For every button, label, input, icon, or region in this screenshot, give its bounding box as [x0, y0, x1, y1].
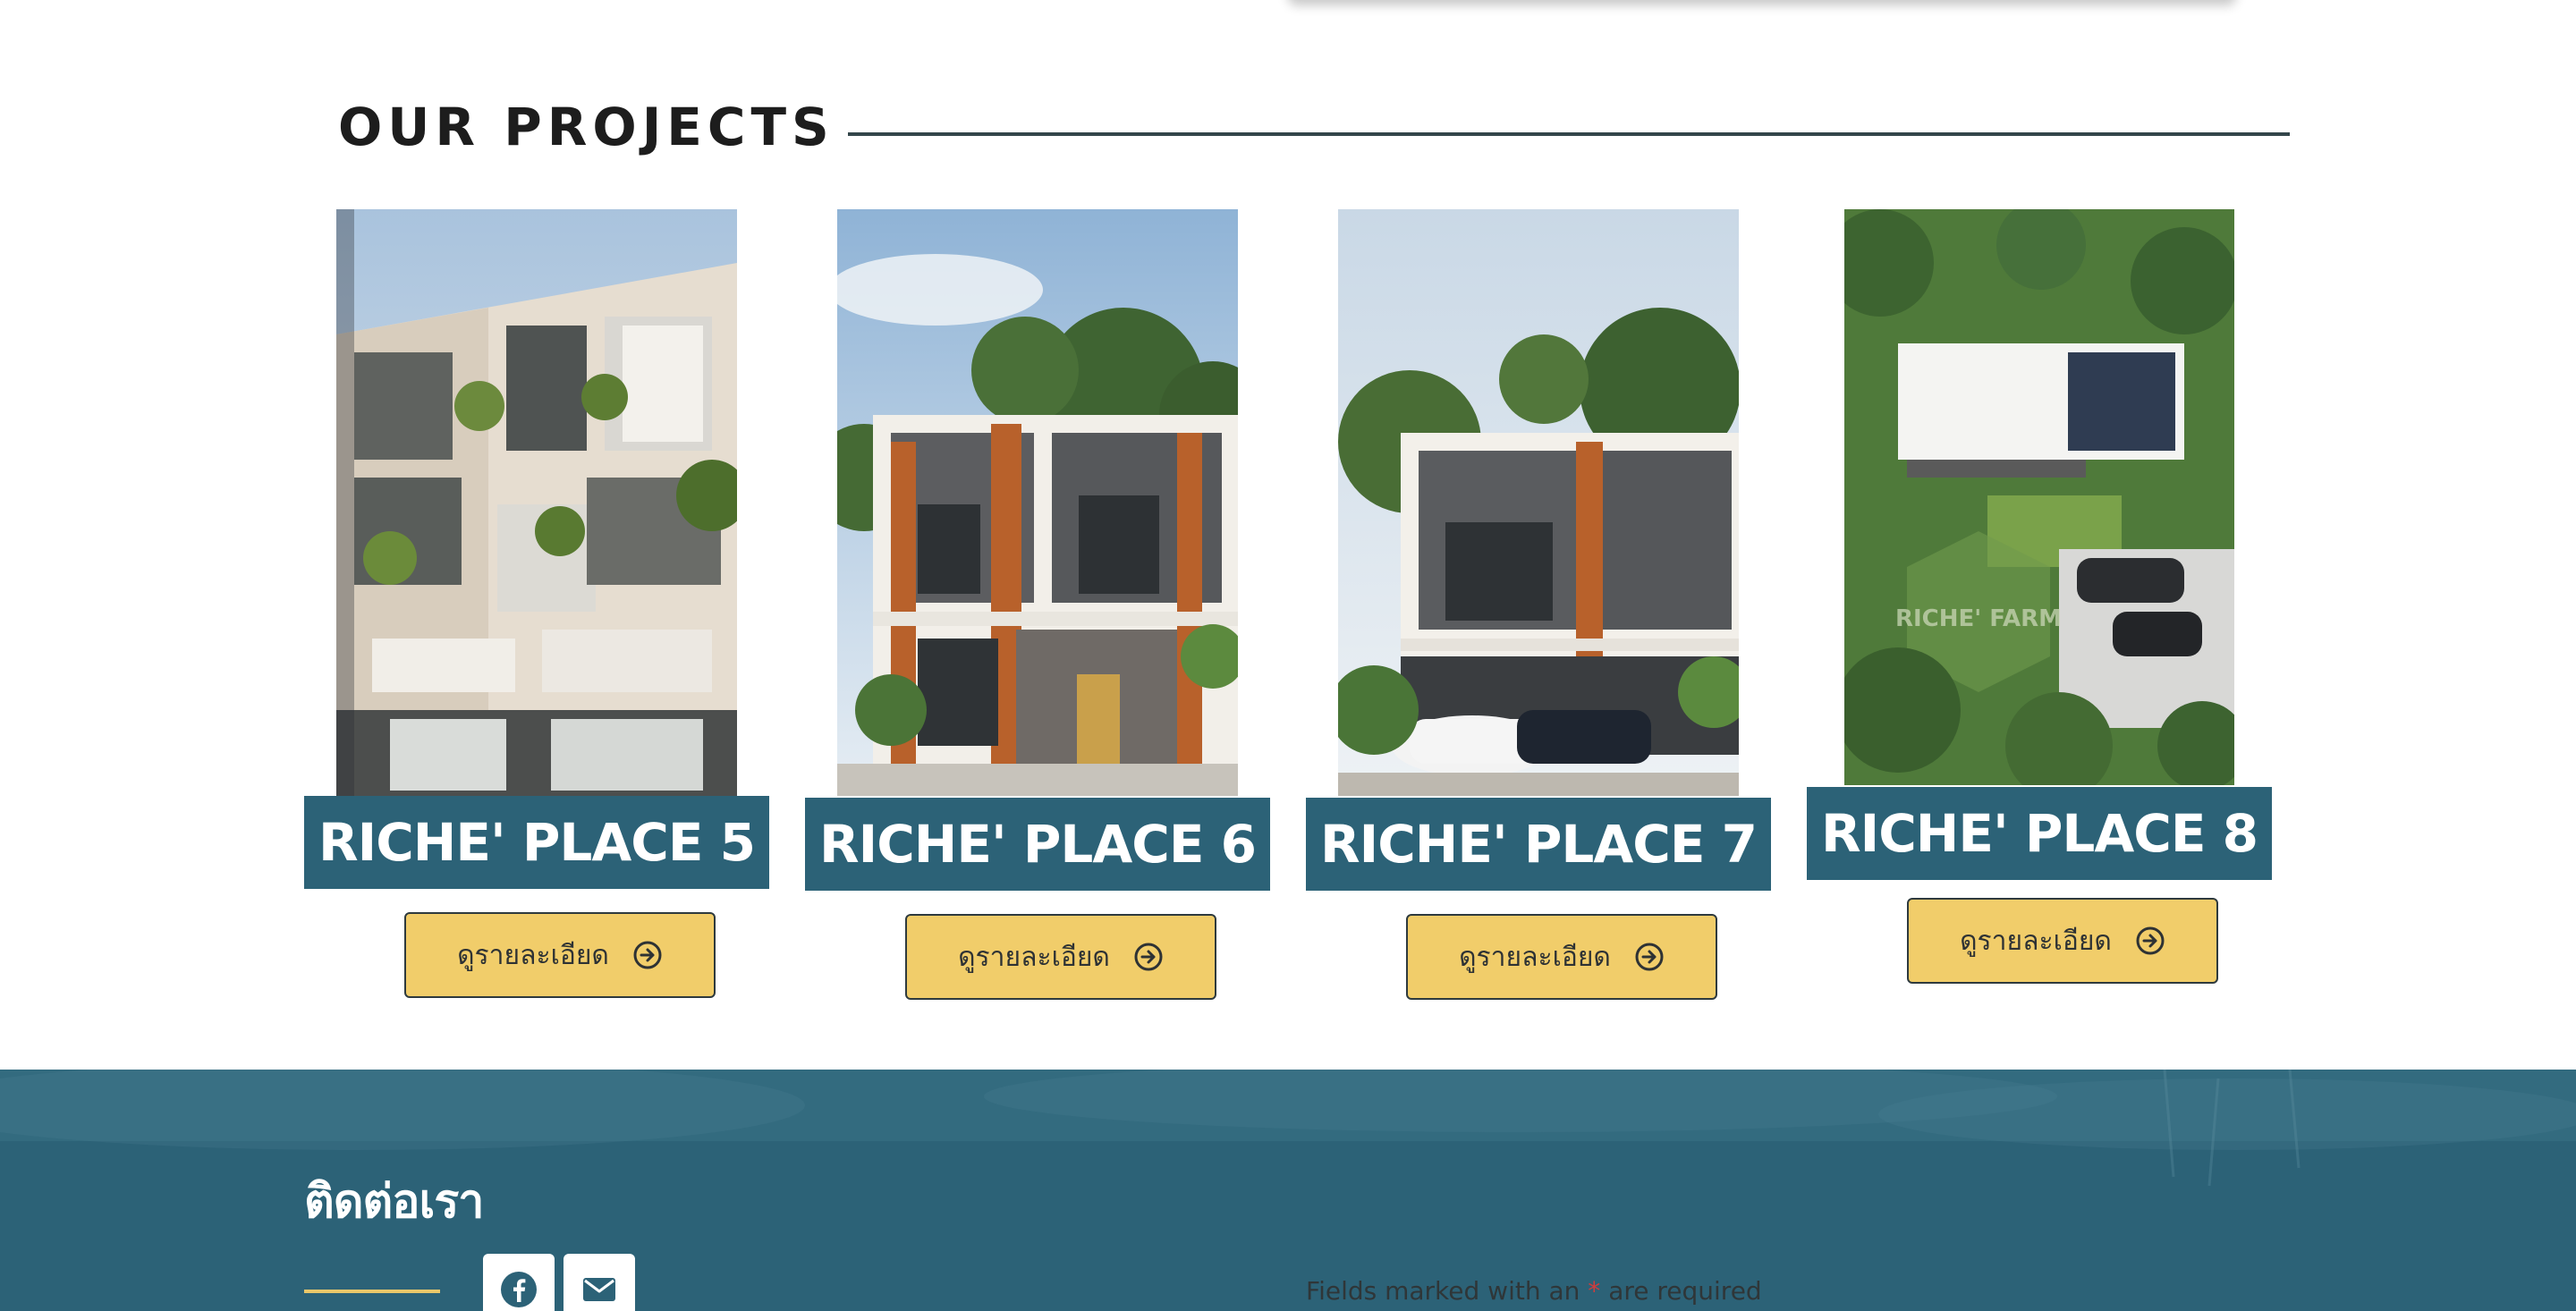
arrow-circle-right-icon [2136, 926, 2165, 955]
required-asterisk: * [1588, 1276, 1601, 1306]
project-image-watermark: RICHE' FARM [1895, 605, 2062, 632]
project-title-banner: RICHE' PLACE 5 [304, 796, 769, 889]
required-note-before: Fields marked with an [1306, 1276, 1580, 1306]
view-details-button[interactable]: ดูรายละเอียด [1907, 898, 2218, 984]
view-details-button[interactable]: ดูรายละเอียด [404, 912, 716, 998]
arrow-circle-right-icon [633, 941, 662, 969]
arrow-circle-right-icon [1635, 943, 1664, 971]
contact-title-rule [304, 1290, 440, 1293]
view-details-label: ดูรายละเอียด [958, 941, 1110, 973]
section-title: OUR PROJECTS [338, 97, 835, 157]
view-details-button[interactable]: ดูรายละเอียด [1406, 914, 1717, 1000]
required-fields-note: Fields marked with an * are required [1306, 1272, 1762, 1311]
project-title-banner: RICHE' PLACE 6 [805, 798, 1270, 891]
view-details-label: ดูรายละเอียด [457, 939, 609, 971]
project-image-riche-place-6[interactable] [837, 209, 1238, 796]
facebook-button[interactable] [483, 1254, 555, 1311]
view-details-label: ดูรายละเอียด [1960, 925, 2112, 957]
contact-footer: ติดต่อเรา [0, 1070, 2576, 1311]
project-image-riche-place-5[interactable] [336, 209, 737, 796]
arrow-circle-right-icon [1134, 943, 1163, 971]
project-title-banner: RICHE' PLACE 8 [1807, 787, 2272, 880]
envelope-icon [583, 1278, 615, 1301]
project-title-banner: RICHE' PLACE 7 [1306, 798, 1771, 891]
page: OUR PROJECTS RICHE' PLACE 5 ดูรายละเอียด… [0, 0, 2576, 1311]
view-details-button[interactable]: ดูรายละเอียด [905, 914, 1216, 1000]
email-button[interactable] [564, 1254, 635, 1311]
view-details-label: ดูรายละเอียด [1459, 941, 1611, 973]
facebook-icon [501, 1272, 537, 1307]
project-image-riche-place-7[interactable] [1338, 209, 1739, 796]
section-title-rule [848, 132, 2290, 136]
project-image-riche-place-8[interactable]: RICHE' FARM [1844, 209, 2234, 785]
required-note-after: are required [1608, 1276, 1762, 1306]
contact-title: ติดต่อเรา [304, 1175, 484, 1229]
